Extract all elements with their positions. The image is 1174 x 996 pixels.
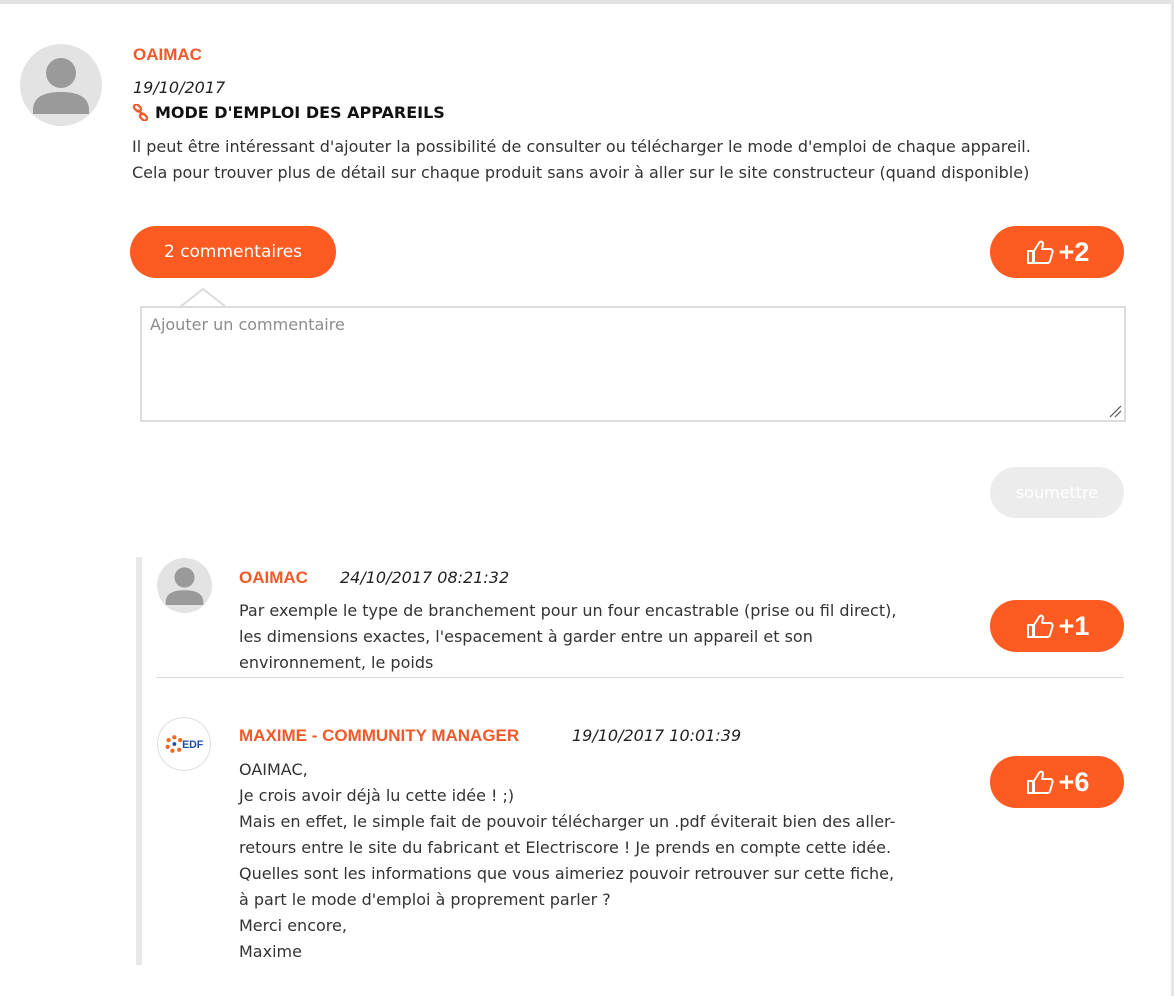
top-border xyxy=(0,0,1174,4)
comment-datetime: 19/10/2017 10:01:39 xyxy=(572,726,742,745)
comment-author[interactable]: MAXIME - COMMUNITY MANAGER xyxy=(239,726,519,746)
comment-vote-button[interactable]: +6 xyxy=(990,756,1124,808)
thread-line xyxy=(136,557,142,965)
comments-toggle-button[interactable]: 2 commentaires xyxy=(130,226,336,278)
thumbs-up-icon xyxy=(1026,770,1054,794)
comment-vote-count: +1 xyxy=(1058,610,1090,641)
comment-line: OAIMAC, xyxy=(239,760,308,779)
link-icon xyxy=(132,104,149,121)
comment-author[interactable]: OAIMAC xyxy=(239,568,308,588)
idea-body: Il peut être intéressant d'ajouter la po… xyxy=(132,134,1031,186)
idea-body-line: Il peut être intéressant d'ajouter la po… xyxy=(132,137,1031,156)
comment-line: Mais en effet, le simple fait de pouvoir… xyxy=(239,812,896,831)
idea-title[interactable]: MODE D'EMPLOI DES APPAREILS xyxy=(132,103,445,122)
resize-grip-icon[interactable] xyxy=(1108,404,1122,418)
idea-vote-button[interactable]: +2 xyxy=(990,226,1124,278)
comment-line: à part le mode d'emploi à proprement par… xyxy=(239,890,611,909)
idea-title-text: MODE D'EMPLOI DES APPAREILS xyxy=(155,103,445,122)
author-avatar-icon xyxy=(20,44,102,126)
idea-body-line: Cela pour trouver plus de détail sur cha… xyxy=(132,163,1030,182)
comment-vote-count: +6 xyxy=(1058,766,1090,797)
comment-box-pointer xyxy=(180,288,226,308)
comment-field[interactable] xyxy=(140,306,1126,422)
comment-line: Je crois avoir déjà lu cette idée ! ;) xyxy=(239,786,515,805)
comment-divider xyxy=(156,677,1124,678)
comment-author-avatar-icon xyxy=(157,558,212,613)
comment-body: Par exemple le type de branchement pour … xyxy=(239,598,896,676)
idea-vote-count: +2 xyxy=(1058,236,1090,267)
comment-body: OAIMAC, Je crois avoir déjà lu cette idé… xyxy=(239,757,895,965)
idea-date: 19/10/2017 xyxy=(133,78,226,97)
comment-line: les dimensions exactes, l'espacement à g… xyxy=(239,627,813,646)
comment-datetime: 24/10/2017 08:21:32 xyxy=(340,568,510,587)
submit-button[interactable]: soumettre xyxy=(990,467,1124,518)
thumbs-up-icon xyxy=(1026,614,1054,638)
edf-logo-icon: EDF xyxy=(157,717,211,771)
comment-textarea[interactable] xyxy=(142,308,1124,420)
comment-line: Quelles sont les informations que vous a… xyxy=(239,864,895,883)
comment-line: environnement, le poids xyxy=(239,653,434,672)
idea-author[interactable]: OAIMAC xyxy=(133,45,202,65)
comment-vote-button[interactable]: +1 xyxy=(990,600,1124,652)
comment-line: Par exemple le type de branchement pour … xyxy=(239,601,897,620)
comment-line: Merci encore, xyxy=(239,916,347,935)
comment-line: Maxime xyxy=(239,942,302,961)
comment-line: retours entre le site du fabricant et El… xyxy=(239,838,892,857)
edf-logo-text: EDF xyxy=(182,739,204,751)
thumbs-up-icon xyxy=(1026,240,1054,264)
